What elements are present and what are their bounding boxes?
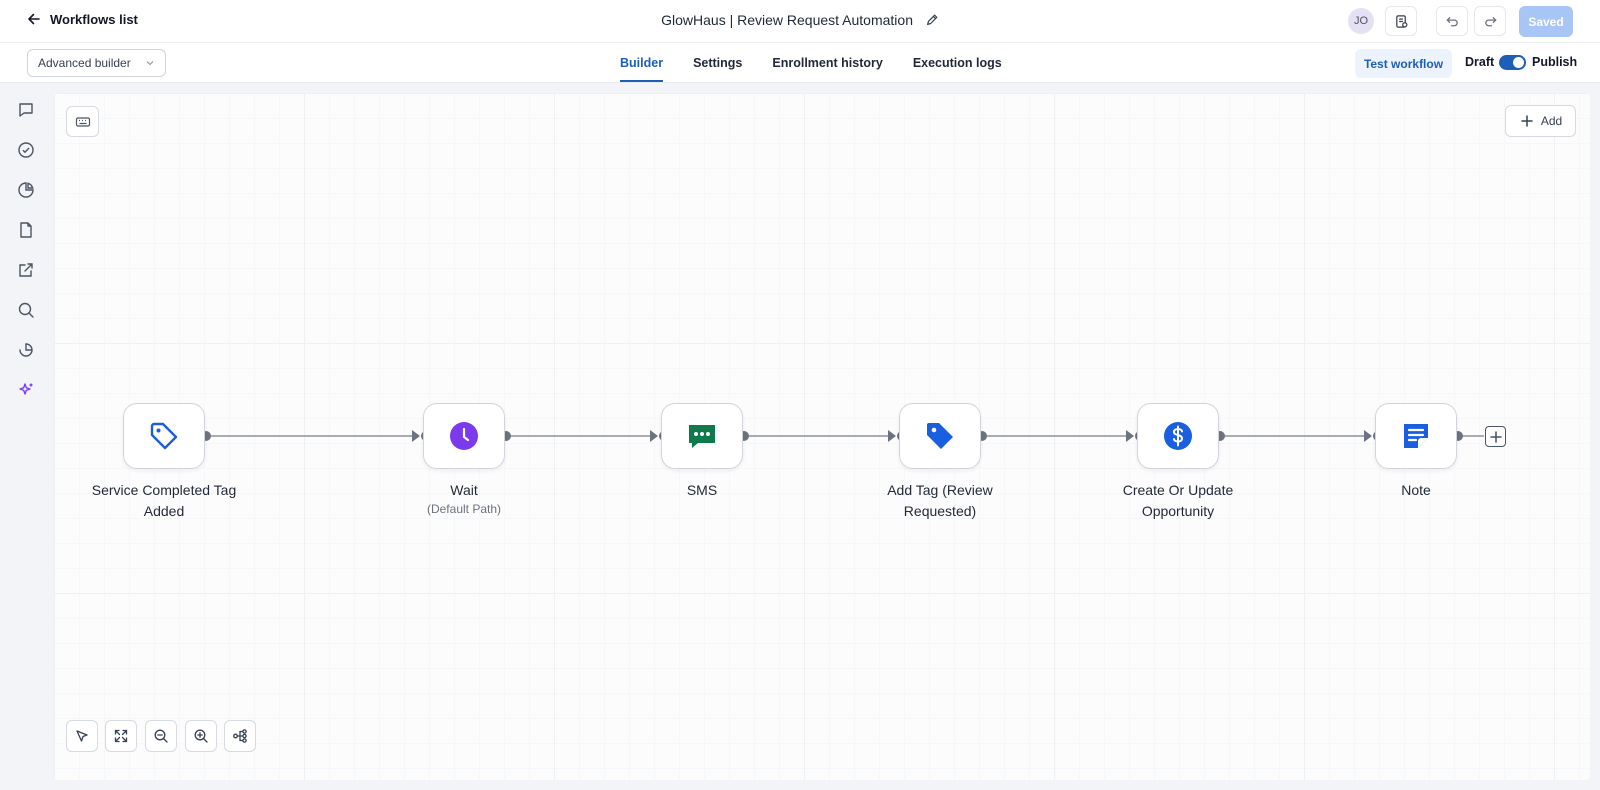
external-link-icon[interactable] [17, 261, 35, 279]
node-label: SMS [686, 482, 718, 498]
test-workflow-button[interactable]: Test workflow [1355, 49, 1452, 78]
draft-label: Draft [1465, 55, 1495, 69]
workflow-connections [201, 430, 1484, 442]
chevron-down-icon [146, 61, 154, 66]
tab-execution-logs[interactable]: Execution logs [913, 43, 1002, 83]
builder-mode-select[interactable]: Advanced builder [27, 49, 166, 77]
check-circle-icon[interactable] [17, 141, 35, 159]
node-sublabel: (Default Path) [426, 502, 502, 516]
tab-builder[interactable]: Builder [620, 43, 664, 83]
search-icon[interactable] [17, 301, 35, 319]
note-icon [1404, 424, 1428, 448]
add-step-button[interactable] [1485, 426, 1506, 447]
add-button[interactable]: Add [1505, 105, 1576, 137]
zoom-out-icon [154, 729, 168, 743]
publish-label: Publish [1532, 55, 1578, 69]
tab-bar: Builder Settings Enrollment history Exec… [620, 43, 1002, 83]
avatar[interactable]: JO [1348, 8, 1374, 34]
action-node-note[interactable] [1375, 403, 1457, 469]
clock-icon [450, 422, 478, 450]
saved-button[interactable]: Saved [1519, 6, 1573, 37]
zoom-in-button[interactable] [185, 720, 217, 752]
notes-button[interactable] [1385, 6, 1417, 36]
publish-toggle[interactable] [1499, 55, 1526, 70]
pencil-icon[interactable] [925, 13, 939, 27]
back-label: Workflows list [50, 11, 138, 27]
document-check-icon [1395, 14, 1407, 28]
tab-settings[interactable]: Settings [693, 43, 742, 83]
keyboard-icon [75, 116, 90, 127]
plus-icon [1521, 115, 1533, 127]
tag-outline-icon [150, 422, 178, 450]
workflow-title[interactable]: GlowHaus | Review Request Automation [661, 12, 913, 28]
redo-button[interactable] [1474, 6, 1506, 36]
tree-layout-icon [233, 729, 247, 743]
chat-bubble-icon [689, 425, 715, 448]
dollar-icon [1164, 422, 1192, 450]
action-node-wait[interactable] [423, 403, 505, 469]
zoom-out-button[interactable] [145, 720, 177, 752]
action-node-opportunity[interactable] [1137, 403, 1219, 469]
redo-icon [1484, 16, 1497, 26]
tab-enrollment-history[interactable]: Enrollment history [772, 43, 882, 83]
add-label: Add [1540, 114, 1563, 128]
comments-icon[interactable] [17, 101, 35, 119]
plus-icon [1489, 430, 1502, 443]
auto-layout-button[interactable] [224, 720, 256, 752]
keyboard-shortcuts-button[interactable] [66, 106, 99, 137]
top-bar: Workflows list GlowHaus | Review Request… [0, 0, 1600, 43]
node-label: Add Tag (Review Requested) [887, 482, 993, 519]
sub-bar: Advanced builder Builder Settings Enroll… [0, 43, 1600, 83]
trigger-node-service-completed[interactable] [123, 403, 205, 469]
select-mode-button[interactable] [66, 720, 98, 752]
node-label: Create Or Update Opportunity [1122, 482, 1234, 519]
file-icon[interactable] [17, 221, 35, 239]
cursor-icon [76, 730, 88, 742]
tag-icon [927, 423, 953, 449]
arrow-left-icon [28, 13, 40, 25]
pie-chart-icon[interactable] [17, 181, 35, 199]
node-label: Note [1401, 482, 1431, 498]
undo-icon [1445, 16, 1458, 26]
workflow-canvas[interactable]: Add Service Completed Tag Added Wait (De… [54, 93, 1590, 780]
builder-mode-value: Advanced builder [38, 56, 131, 70]
history-icon[interactable] [17, 341, 35, 359]
zoom-in-icon [194, 729, 208, 743]
action-node-add-tag[interactable] [899, 403, 981, 469]
node-label: Wait [450, 482, 478, 498]
action-node-sms[interactable] [661, 403, 743, 469]
ai-sparkle-icon[interactable] [17, 381, 35, 399]
fit-view-button[interactable] [105, 720, 137, 752]
undo-button[interactable] [1436, 6, 1468, 36]
node-label: Service Completed Tag Added [91, 482, 237, 519]
back-to-workflows-link[interactable]: Workflows list [26, 11, 138, 27]
expand-icon [114, 729, 128, 743]
